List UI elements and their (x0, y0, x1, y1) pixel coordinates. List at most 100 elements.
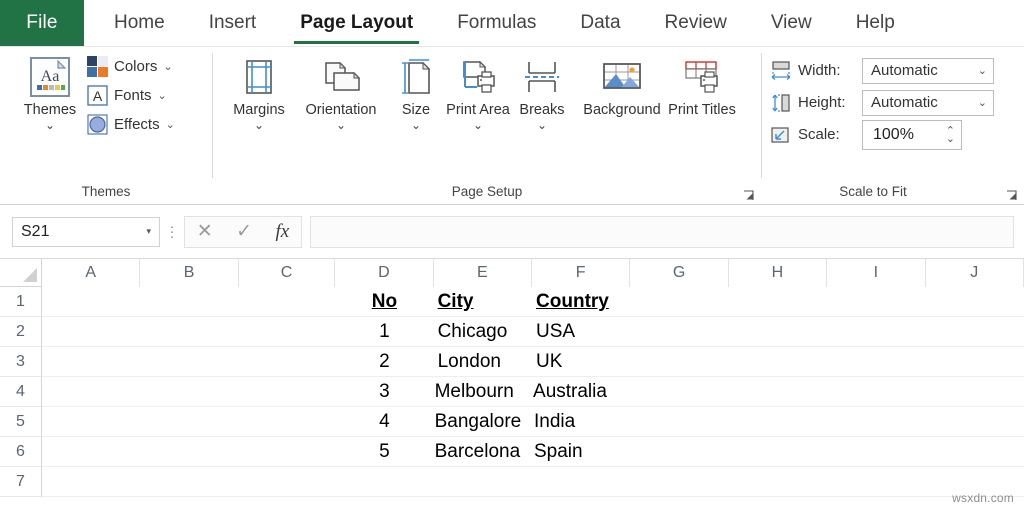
cell-a7[interactable] (42, 467, 1024, 497)
tab-data[interactable]: Data (558, 0, 642, 47)
cell-a4[interactable] (42, 377, 335, 407)
cell-d2[interactable]: 1 (335, 317, 433, 347)
cell-e1[interactable]: City (434, 287, 532, 317)
tab-view[interactable]: View (749, 0, 834, 47)
row-header-2-label: 2 (16, 322, 25, 340)
cell-f1[interactable]: Country (532, 287, 630, 317)
tab-review-label: Review (664, 12, 727, 33)
row-header-1[interactable]: 1 (0, 287, 42, 317)
size-button[interactable]: Size ⌄ (387, 47, 445, 131)
column-header-b[interactable]: B (140, 259, 239, 287)
breaks-button[interactable]: Breaks ⌄ (511, 47, 573, 131)
cell-g6[interactable] (630, 437, 1024, 467)
fit-width-combo[interactable]: Automatic ⌄ (862, 57, 994, 84)
column-header-h[interactable]: H (728, 259, 828, 287)
cell-e5[interactable]: Bangalore (434, 407, 532, 437)
formula-input[interactable] (310, 215, 1014, 248)
column-header-f[interactable]: F (531, 259, 631, 287)
tab-review[interactable]: Review (643, 0, 749, 47)
margins-button[interactable]: Margins ⌄ (223, 47, 295, 131)
cell-f6-text: Spain (534, 441, 583, 462)
column-header-a[interactable]: A (42, 259, 141, 287)
column-header-g[interactable]: G (630, 259, 729, 287)
cell-a6[interactable] (42, 437, 335, 467)
cell-a2[interactable] (42, 317, 335, 347)
column-header-i[interactable]: I (827, 259, 926, 287)
cell-a1[interactable] (42, 287, 335, 317)
background-button[interactable]: Background (573, 47, 671, 119)
page-setup-dialog-launcher[interactable] (743, 190, 755, 202)
insert-function-icon[interactable]: fx (276, 221, 290, 243)
tab-insert[interactable]: Insert (187, 0, 279, 47)
cell-d6[interactable]: 5 (335, 437, 433, 467)
cell-f2[interactable]: USA (532, 317, 630, 347)
row-header-4[interactable]: 4 (0, 377, 42, 407)
tab-formulas[interactable]: Formulas (435, 0, 558, 47)
name-box-caret-icon[interactable]: ▾ (146, 226, 151, 237)
cell-e6[interactable]: Barcelona (434, 437, 532, 467)
cell-g5[interactable] (630, 407, 1024, 437)
cell-d5[interactable]: 4 (335, 407, 433, 437)
cell-g2[interactable] (630, 317, 1024, 347)
confirm-edit-icon[interactable]: ✓ (236, 220, 252, 243)
print-area-button[interactable]: Print Area ⌄ (445, 47, 511, 131)
cell-d3[interactable]: 2 (335, 347, 433, 377)
column-header-c[interactable]: C (238, 259, 336, 287)
print-area-caret-icon[interactable]: ⌄ (473, 119, 483, 131)
theme-effects-button[interactable]: Effects ⌄ (86, 113, 175, 135)
cell-f4[interactable]: Australia (532, 377, 630, 407)
fit-height-combo[interactable]: Automatic ⌄ (862, 89, 994, 116)
column-header-h-label: H (771, 264, 784, 281)
cell-d1[interactable]: No (335, 287, 433, 317)
cell-e2[interactable]: Chicago (434, 317, 532, 347)
cell-a3[interactable] (42, 347, 335, 377)
svg-text:A: A (92, 88, 102, 104)
cell-f1-text: Country (536, 291, 609, 312)
cancel-edit-icon[interactable]: ✕ (197, 220, 213, 243)
scale-spin-down-icon[interactable]: ⌄ (946, 133, 955, 144)
formula-bar-kebab-icon[interactable]: · · · (160, 219, 184, 244)
cell-g3[interactable] (630, 347, 1024, 377)
cell-d4[interactable]: 3 (335, 377, 433, 407)
tab-home[interactable]: Home (92, 0, 187, 47)
cell-a5[interactable] (42, 407, 335, 437)
tab-help[interactable]: Help (834, 0, 917, 47)
tab-page-layout[interactable]: Page Layout (278, 0, 435, 47)
themes-button[interactable]: Aa Themes ⌄ (14, 47, 86, 131)
margins-caret-icon[interactable]: ⌄ (254, 119, 264, 131)
orientation-caret-icon[interactable]: ⌄ (336, 119, 346, 131)
row-header-2[interactable]: 2 (0, 317, 42, 347)
row-header-7[interactable]: 7 (0, 467, 42, 497)
breaks-caret-icon[interactable]: ⌄ (537, 119, 547, 131)
row-header-5[interactable]: 5 (0, 407, 42, 437)
cell-f6[interactable]: Spain (532, 437, 630, 467)
cell-e3[interactable]: London (434, 347, 532, 377)
name-box[interactable]: S21 ▾ (12, 216, 160, 247)
tab-file[interactable]: File (0, 0, 84, 46)
row-header-6[interactable]: 6 (0, 437, 42, 467)
print-titles-button[interactable]: Print Titles (668, 47, 736, 119)
scale-to-fit-dialog-launcher[interactable] (1006, 190, 1018, 202)
size-caret-icon[interactable]: ⌄ (411, 119, 421, 131)
column-header-d[interactable]: D (335, 259, 434, 287)
orientation-button[interactable]: Orientation ⌄ (295, 47, 387, 131)
cell-g4[interactable] (630, 377, 1024, 407)
ribbon-tabbar: File Home Insert Page Layout Formulas Da… (0, 0, 1024, 47)
cell-g1[interactable] (630, 287, 1024, 317)
select-all-corner[interactable] (0, 259, 42, 287)
name-box-value: S21 (21, 222, 50, 240)
theme-fonts-button[interactable]: A Fonts ⌄ (86, 84, 175, 106)
column-header-j[interactable]: J (925, 259, 1024, 287)
scale-spin-arrows[interactable]: ⌃ ⌄ (946, 125, 955, 144)
scale-stepper[interactable]: 100% ⌃ ⌄ (862, 119, 962, 150)
row-header-5-label: 5 (16, 412, 25, 430)
row-header-3[interactable]: 3 (0, 347, 42, 377)
table-row: 3 Melbourn Australia (42, 377, 1024, 407)
column-header-e[interactable]: E (433, 259, 532, 287)
themes-caret-icon[interactable]: ⌄ (45, 119, 55, 131)
cell-e4[interactable]: Melbourn (434, 377, 532, 407)
theme-colors-button[interactable]: Colors ⌄ (86, 55, 175, 77)
tab-data-label: Data (580, 12, 621, 33)
cell-f5[interactable]: India (532, 407, 630, 437)
cell-f3[interactable]: UK (532, 347, 630, 377)
